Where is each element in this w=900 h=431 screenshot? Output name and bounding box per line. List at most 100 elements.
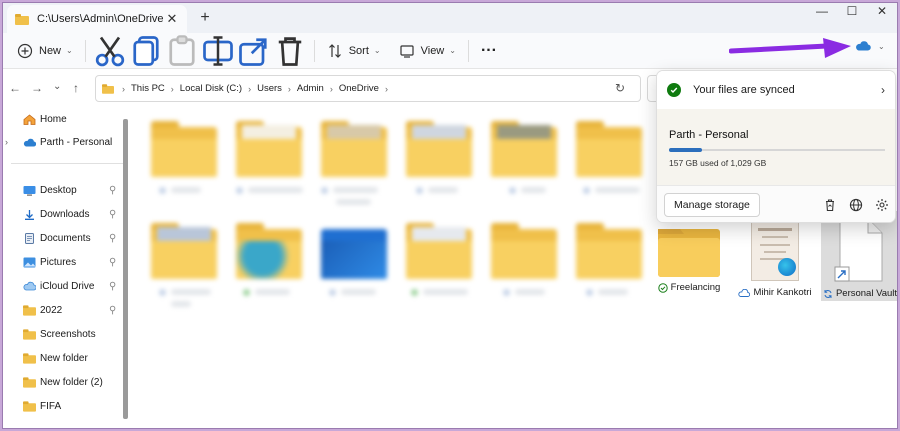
breadcrumb[interactable]: › This PC › Local Disk (C:) › Users › Ad… — [95, 75, 641, 102]
sort-label: Sort — [348, 44, 369, 57]
file-name-row: Freelancing — [651, 282, 727, 293]
blurred-label — [248, 187, 303, 193]
view-icon — [400, 44, 414, 58]
breadcrumb-separator: › — [248, 83, 252, 94]
breadcrumb-admin[interactable]: Admin — [297, 83, 324, 94]
recycle-bin-button[interactable] — [817, 193, 843, 217]
pin-icon[interactable]: ⚲ — [109, 233, 121, 244]
view-button[interactable]: View ⌄ — [393, 37, 462, 65]
blurred-status-icon — [159, 289, 166, 296]
view-label: View — [420, 44, 445, 57]
onedrive-status-button[interactable]: ⌄ — [855, 41, 885, 51]
chevron-down-icon: ⌄ — [449, 46, 456, 55]
folder-icon — [23, 328, 36, 340]
plus-circle-icon — [17, 43, 33, 58]
pin-icon[interactable]: ⚲ — [109, 281, 121, 292]
minimize-button[interactable]: — — [807, 3, 837, 21]
file-item-personal-vault[interactable]: Personal Vault — [821, 211, 897, 301]
blurred-label — [336, 199, 371, 205]
tab-close-icon[interactable]: ✕ — [165, 11, 179, 27]
tab-onedrive[interactable]: C:\Users\Admin\OneDrive ✕ — [7, 5, 187, 33]
desktop-icon — [23, 185, 36, 196]
sidebar-item-label: Parth - Personal — [40, 136, 113, 148]
folder-icon — [15, 13, 29, 25]
share-button[interactable] — [236, 37, 272, 66]
settings-button[interactable] — [869, 193, 895, 217]
sidebar-scrollbar[interactable] — [123, 119, 128, 419]
sidebar-item-2022[interactable]: 2022 ⚲ — [3, 300, 121, 320]
title-bar: C:\Users\Admin\OneDrive ✕ + — ☐ ✕ — [3, 3, 897, 33]
delete-button[interactable] — [272, 36, 308, 66]
paste-button[interactable] — [164, 34, 200, 66]
onedrive-cloud-icon — [856, 41, 871, 51]
blurred-label — [521, 187, 546, 193]
more-options-button[interactable]: ··· — [475, 37, 503, 65]
sidebar-item-home[interactable]: Home — [3, 109, 121, 129]
blurred-folder-icon — [321, 121, 387, 177]
folder-icon — [23, 304, 36, 316]
maximize-button[interactable]: ☐ — [837, 3, 867, 21]
blurred-label — [595, 187, 640, 193]
pin-icon[interactable]: ⚲ — [109, 305, 121, 316]
file-item-mihir-kankotri[interactable]: Mihir Kankotri — [737, 219, 813, 301]
copy-icon — [133, 35, 159, 66]
sidebar-item-new-folder[interactable]: New folder — [3, 348, 121, 368]
sidebar-item-documents[interactable]: Documents ⚲ — [3, 228, 121, 248]
sidebar-item-screenshots[interactable]: Screenshots — [3, 324, 121, 344]
blurred-folder-icon — [491, 223, 557, 279]
synced-check-icon — [657, 282, 668, 293]
file-name: Freelancing — [670, 282, 721, 293]
globe-icon — [849, 198, 863, 211]
chevron-right-icon[interactable]: › — [871, 83, 895, 97]
manage-storage-button[interactable]: Manage storage — [664, 192, 760, 217]
new-tab-button[interactable]: + — [195, 8, 215, 28]
breadcrumb-users[interactable]: Users — [257, 83, 282, 94]
blurred-status-icon — [159, 187, 166, 194]
new-button[interactable]: New ⌄ — [11, 37, 79, 65]
rename-button[interactable] — [200, 35, 236, 66]
up-button[interactable]: ↑ — [73, 81, 79, 95]
annotation-arrow-icon — [729, 38, 851, 58]
breadcrumb-onedrive[interactable]: OneDrive — [339, 83, 379, 94]
close-window-button[interactable]: ✕ — [867, 3, 897, 21]
view-online-button[interactable] — [843, 193, 869, 217]
sidebar-item-label: Home — [40, 113, 67, 125]
sidebar-item-icloud[interactable]: iCloud Drive ⚲ — [3, 276, 121, 296]
storage-usage-bar — [669, 148, 885, 152]
blurred-label — [255, 289, 290, 295]
sort-button[interactable]: Sort ⌄ — [321, 37, 387, 65]
blurred-label — [171, 289, 211, 295]
sidebar-item-downloads[interactable]: Downloads ⚲ — [3, 204, 121, 224]
blurred-folder-icon — [491, 121, 557, 177]
sidebar-item-onedrive[interactable]: › Parth - Personal — [3, 132, 121, 152]
back-button[interactable]: ← — [9, 81, 21, 95]
blurred-folder-icon — [576, 121, 642, 177]
blurred-status-icon — [586, 289, 593, 296]
cut-button[interactable] — [92, 36, 128, 66]
blurred-status-icon — [503, 289, 510, 296]
pin-icon[interactable]: ⚲ — [109, 209, 121, 220]
sidebar-item-label: iCloud Drive — [40, 280, 95, 292]
sidebar-item-new-folder-2[interactable]: New folder (2) — [3, 372, 121, 392]
breadcrumb-separator: › — [170, 83, 174, 94]
pin-icon[interactable]: ⚲ — [109, 257, 121, 268]
breadcrumb-local-disk[interactable]: Local Disk (C:) — [180, 83, 242, 94]
pin-icon[interactable]: ⚲ — [109, 185, 121, 196]
sidebar-item-fifa[interactable]: FIFA — [3, 396, 121, 416]
sidebar-item-label: FIFA — [40, 400, 62, 412]
refresh-button[interactable]: ↻ — [615, 81, 625, 95]
blurred-folder-icon — [236, 223, 302, 279]
forward-button[interactable]: → — [31, 81, 43, 95]
recent-locations-button[interactable]: ⌄ — [53, 81, 61, 92]
file-item-freelancing[interactable]: Freelancing — [651, 219, 727, 301]
sync-status-row[interactable]: Your files are synced › — [657, 71, 895, 109]
sidebar-item-pictures[interactable]: Pictures ⚲ — [3, 252, 121, 272]
onedrive-cloud-icon — [23, 138, 36, 147]
chevron-down-icon: ⌄ — [66, 46, 73, 55]
copy-button[interactable] — [128, 35, 164, 66]
sidebar-item-desktop[interactable]: Desktop ⚲ — [3, 180, 121, 200]
toolbar-divider — [84, 39, 86, 62]
chevron-right-icon[interactable]: › — [5, 137, 15, 147]
blurred-image-icon — [321, 223, 387, 279]
breadcrumb-this-pc[interactable]: This PC — [131, 83, 165, 94]
